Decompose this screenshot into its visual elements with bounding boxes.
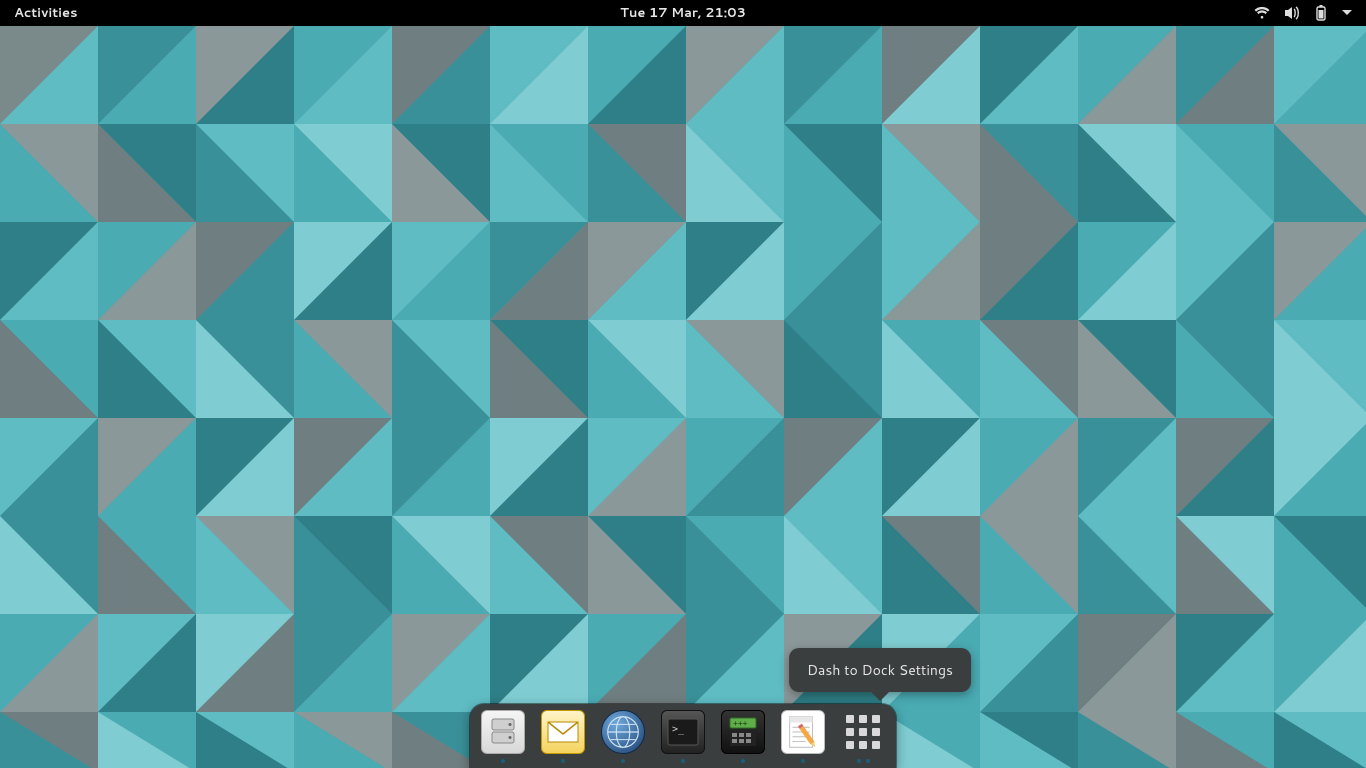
dock-item-text-editor[interactable] — [780, 710, 826, 766]
svg-text:>_: >_ — [672, 724, 685, 735]
dock-item-terminal[interactable]: >_ — [660, 710, 706, 766]
svg-text:+++: +++ — [733, 719, 748, 728]
top-bar: Activities Tue 17 Mar, 21:03 — [0, 0, 1366, 26]
dropdown-icon[interactable] — [1342, 9, 1352, 17]
dock-item-calculator[interactable]: +++ — [720, 710, 766, 766]
mail-icon — [541, 710, 585, 754]
battery-icon[interactable] — [1314, 5, 1328, 21]
dock-item-show-applications[interactable] — [840, 710, 886, 766]
notepad-icon — [781, 710, 825, 754]
activities-button[interactable]: Activities — [0, 4, 78, 22]
dock-item-files[interactable] — [480, 710, 526, 766]
apps-grid-icon — [841, 710, 885, 754]
clock[interactable]: Tue 17 Mar, 21:03 — [620, 4, 746, 22]
globe-icon — [601, 710, 645, 754]
system-tray — [1254, 5, 1366, 21]
desktop-wallpaper — [0, 26, 1366, 768]
tooltip: Dash to Dock Settings — [789, 648, 971, 692]
dock: >_ +++ — [470, 704, 896, 768]
file-manager-icon — [481, 710, 525, 754]
wifi-icon[interactable] — [1254, 6, 1270, 20]
dock-item-web[interactable] — [600, 710, 646, 766]
calculator-icon: +++ — [721, 710, 765, 754]
dock-item-mail[interactable] — [540, 710, 586, 766]
terminal-icon: >_ — [661, 710, 705, 754]
volume-icon[interactable] — [1284, 6, 1300, 20]
